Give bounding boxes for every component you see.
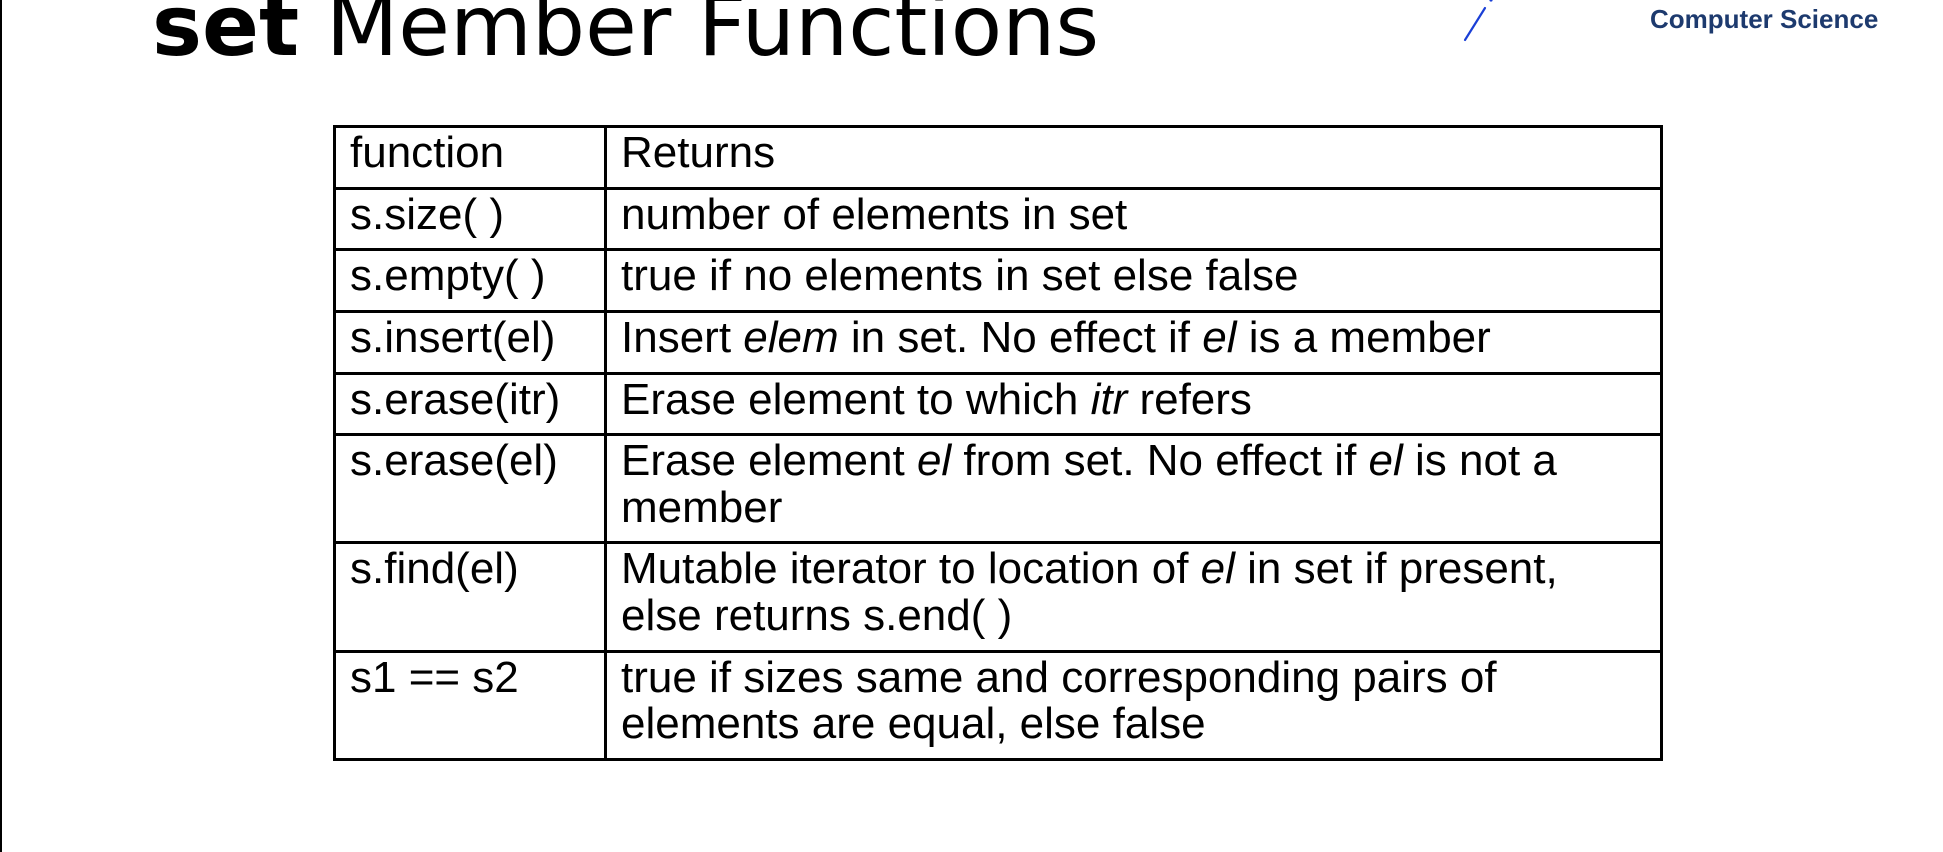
returns-text: true if sizes same and corresponding pai… <box>621 652 1497 749</box>
table-row: s1 == s2 true if sizes same and correspon… <box>333 649 1663 761</box>
table-row: s.find(el) Mutable iterator to location o… <box>333 541 1663 653</box>
function-cell: s1 == s2 <box>333 649 607 761</box>
table-row: s.erase(itr) Erase element to which itr r… <box>333 371 1663 437</box>
member-functions-table: function Returns s.size( ) number of elem… <box>333 125 1663 761</box>
header-function: function <box>333 125 607 190</box>
returns-cell: true if no elements in set else false <box>604 248 1663 313</box>
function-cell: s.insert(el) <box>333 309 607 375</box>
italic-term: el <box>1368 436 1403 486</box>
member-functions-table-wrap: function Returns s.size( ) number of elem… <box>333 125 1663 761</box>
left-border-rule <box>0 0 2 852</box>
returns-cell: Insert elem in set. No effect if el is a… <box>604 309 1663 375</box>
returns-cell: Mutable iterator to location of el in se… <box>604 541 1663 653</box>
returns-cell: true if sizes same and corresponding pai… <box>604 649 1663 761</box>
returns-text: Erase element <box>621 436 917 486</box>
italic-term: el <box>1200 544 1235 594</box>
returns-text: number of elements in set <box>621 189 1128 239</box>
returns-cell: Erase element el from set. No effect if … <box>604 433 1663 545</box>
table-row: s.erase(el) Erase element el from set. No… <box>333 433 1663 545</box>
returns-text: Erase element to which <box>621 374 1091 424</box>
function-cell: s.erase(el) <box>333 433 607 545</box>
returns-text: from set. No effect if <box>951 436 1369 486</box>
slide-title: set Member Functions <box>152 0 1099 75</box>
italic-term: elem <box>743 312 839 362</box>
table-header-row: function Returns <box>333 125 1663 190</box>
returns-cell: number of elements in set <box>604 186 1663 252</box>
table-row: s.empty( ) true if no elements in set els… <box>333 248 1663 313</box>
returns-text: Mutable iterator to location of <box>621 544 1201 594</box>
logo-text: Computer Science <box>1650 4 1879 34</box>
returns-text: refers <box>1127 374 1252 424</box>
returns-text: Insert <box>621 312 744 362</box>
returns-text: is a member <box>1236 312 1491 362</box>
returns-text: in set. No effect if <box>838 312 1203 362</box>
italic-term: el <box>1202 312 1237 362</box>
function-cell: s.size( ) <box>333 186 607 252</box>
table-row: s.insert(el) Insert elem in set. No effec… <box>333 309 1663 375</box>
table-row: s.size( ) number of elements in set <box>333 186 1663 252</box>
header-returns: Returns <box>604 125 1663 190</box>
italic-term: itr <box>1090 374 1128 424</box>
title-keyword: set <box>152 0 300 75</box>
function-cell: s.erase(itr) <box>333 371 607 437</box>
returns-cell: Erase element to which itr refers <box>604 371 1663 437</box>
function-cell: s.find(el) <box>333 541 607 653</box>
slash-stroke-icon <box>1463 0 1493 42</box>
italic-term: el <box>916 436 952 486</box>
title-rest: Member Functions <box>299 0 1100 75</box>
returns-text: true if no elements in set else false <box>621 251 1299 301</box>
function-cell: s.empty( ) <box>333 248 607 313</box>
